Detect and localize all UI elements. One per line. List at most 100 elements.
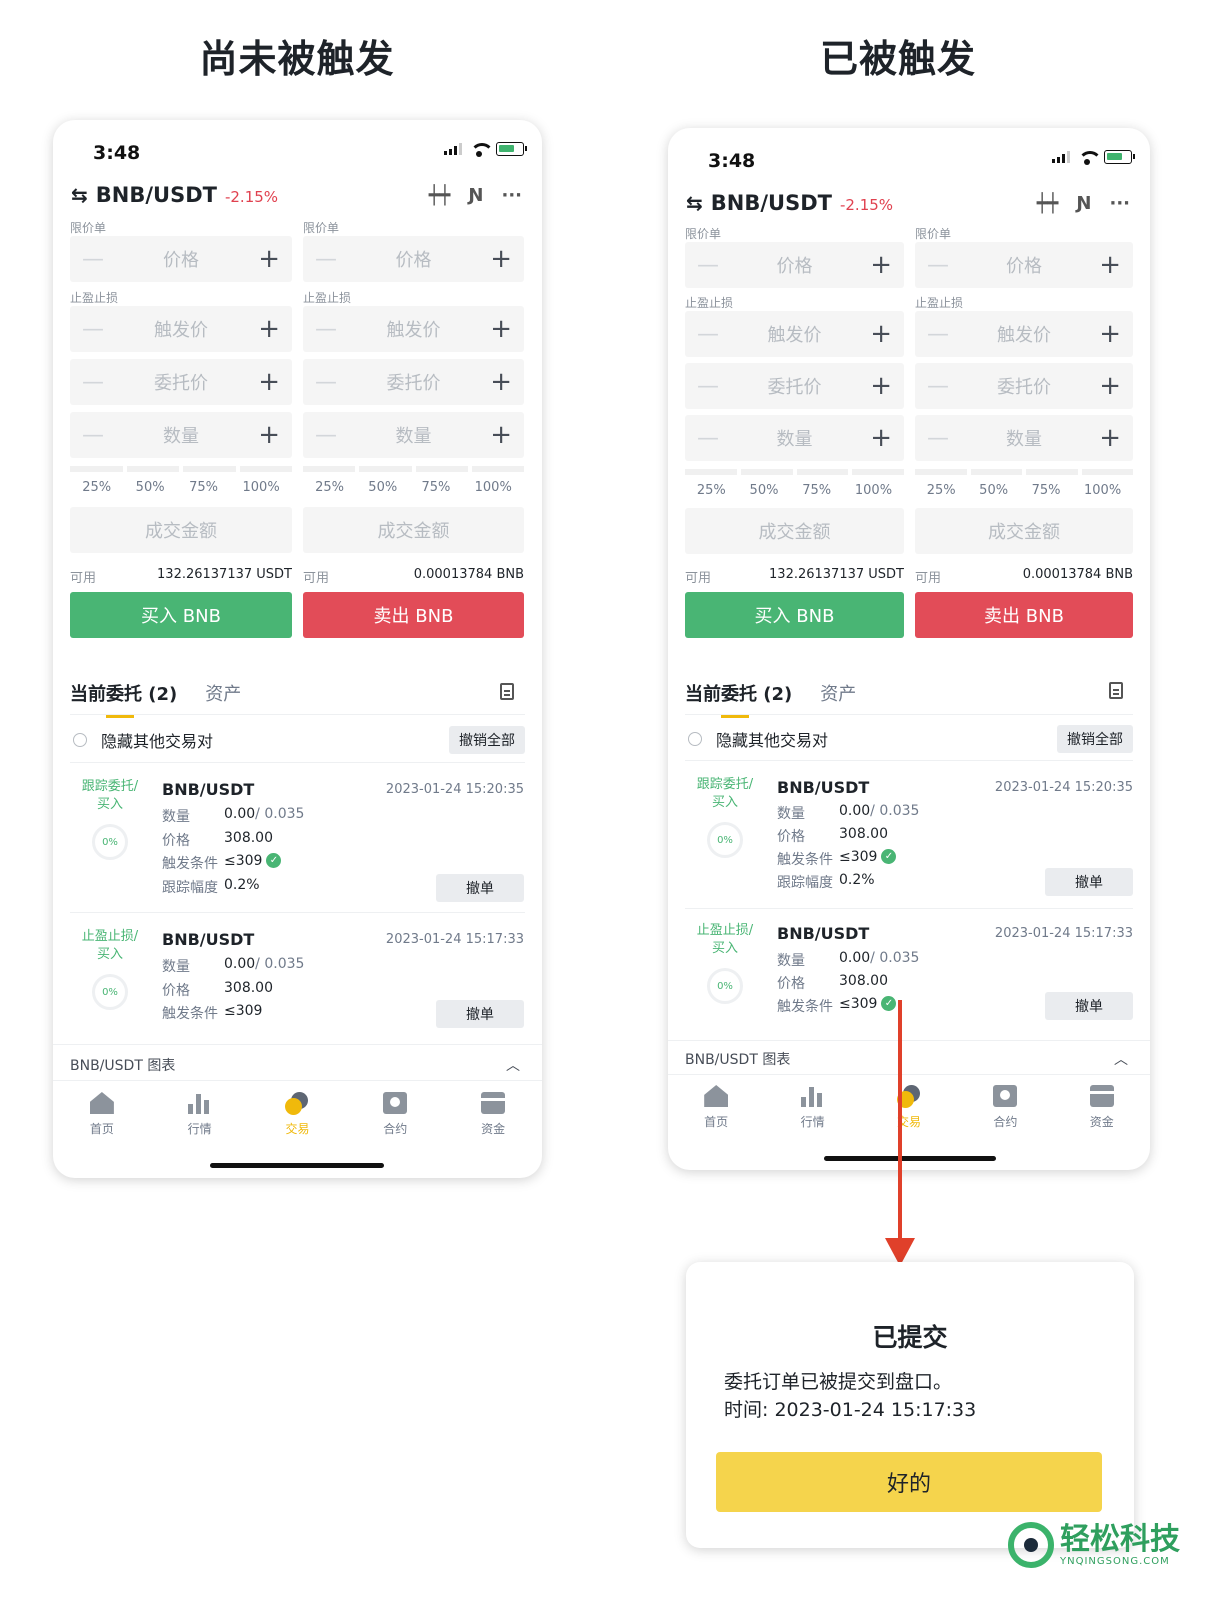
pct-50[interactable]: 50%	[979, 483, 1008, 498]
quantity-field[interactable]: — 数量 +	[303, 412, 524, 458]
cancel-order-button[interactable]: 撤单	[1045, 992, 1133, 1020]
nav-trade[interactable]: 交易	[879, 1085, 939, 1130]
nav-home[interactable]: 首页	[72, 1092, 132, 1137]
cancel-order-button[interactable]: 撤单	[436, 874, 524, 902]
minus-icon[interactable]: —	[82, 247, 106, 272]
pct-75[interactable]: 75%	[1032, 483, 1061, 498]
plus-icon[interactable]: +	[1097, 319, 1121, 349]
minus-icon[interactable]: —	[697, 426, 721, 451]
order-price-field[interactable]: — 委托价 +	[70, 359, 292, 405]
more-icon[interactable]: ···	[1109, 193, 1130, 214]
quantity-field[interactable]: — 数量 +	[70, 412, 292, 458]
plus-icon[interactable]: +	[488, 367, 512, 397]
quantity-field[interactable]: — 数量 +	[915, 415, 1133, 461]
candlestick-icon[interactable]: ┿┿	[1037, 193, 1059, 214]
plus-icon[interactable]: +	[1097, 250, 1121, 280]
chevron-up-icon[interactable]: ︿	[506, 1055, 520, 1075]
minus-icon[interactable]: —	[315, 317, 339, 342]
radio-icon[interactable]	[688, 732, 702, 746]
sell-button[interactable]: 卖出 BNB	[915, 592, 1133, 638]
plus-icon[interactable]: +	[1097, 371, 1121, 401]
plus-icon[interactable]: +	[256, 244, 280, 274]
pair-title[interactable]: BNB/USDT	[711, 191, 832, 215]
ok-button[interactable]: 好的	[716, 1452, 1102, 1512]
more-icon[interactable]: ···	[501, 185, 522, 206]
chart-bar[interactable]: BNB/USDT 图表 ︿	[685, 1049, 1128, 1069]
minus-icon[interactable]: —	[697, 322, 721, 347]
radio-icon[interactable]	[73, 733, 87, 747]
plus-icon[interactable]: +	[488, 244, 512, 274]
plus-icon[interactable]: +	[868, 371, 892, 401]
percent-slider[interactable]	[303, 466, 524, 472]
price-field[interactable]: — 价格 +	[915, 242, 1133, 288]
pct-25[interactable]: 25%	[697, 483, 726, 498]
plus-icon[interactable]: +	[256, 314, 280, 344]
minus-icon[interactable]: —	[927, 322, 951, 347]
price-field[interactable]: — 价格 +	[303, 236, 524, 282]
order-history-icon[interactable]	[1109, 682, 1123, 699]
minus-icon[interactable]: —	[697, 253, 721, 278]
plus-icon[interactable]: +	[1097, 423, 1121, 453]
indicator-icon[interactable]: Ɲ	[1076, 193, 1091, 214]
minus-icon[interactable]: —	[315, 423, 339, 448]
trigger-price-field[interactable]: — 触发价 +	[685, 311, 904, 357]
tab-assets[interactable]: 资产	[820, 680, 856, 706]
quantity-field[interactable]: — 数量 +	[685, 415, 904, 461]
minus-icon[interactable]: —	[82, 317, 106, 342]
swap-icon[interactable]: ⇆	[71, 183, 88, 207]
tab-assets[interactable]: 资产	[205, 680, 241, 706]
plus-icon[interactable]: +	[488, 420, 512, 450]
pct-50[interactable]: 50%	[750, 483, 779, 498]
buy-button[interactable]: 买入 BNB	[685, 592, 904, 638]
hide-other-pairs[interactable]: 隐藏其他交易对	[73, 728, 213, 752]
plus-icon[interactable]: +	[256, 367, 280, 397]
order-price-field[interactable]: — 委托价 +	[685, 363, 904, 409]
nav-futures[interactable]: 合约	[365, 1092, 425, 1137]
trigger-price-field[interactable]: — 触发价 +	[303, 306, 524, 352]
pct-25[interactable]: 25%	[927, 483, 956, 498]
hide-other-pairs[interactable]: 隐藏其他交易对	[688, 727, 828, 751]
nav-home[interactable]: 首页	[686, 1085, 746, 1130]
nav-markets[interactable]: 行情	[783, 1085, 843, 1130]
minus-icon[interactable]: —	[697, 374, 721, 399]
cancel-order-button[interactable]: 撤单	[1045, 868, 1133, 896]
plus-icon[interactable]: +	[868, 319, 892, 349]
pct-100[interactable]: 100%	[243, 480, 280, 495]
cancel-order-button[interactable]: 撤单	[436, 1000, 524, 1028]
pct-50[interactable]: 50%	[136, 480, 165, 495]
pct-100[interactable]: 100%	[475, 480, 512, 495]
plus-icon[interactable]: +	[256, 420, 280, 450]
nav-wallet[interactable]: 资金	[1072, 1085, 1132, 1130]
buy-button[interactable]: 买入 BNB	[70, 592, 292, 638]
pct-75[interactable]: 75%	[421, 480, 450, 495]
pair-title[interactable]: BNB/USDT	[96, 183, 217, 207]
minus-icon[interactable]: —	[82, 370, 106, 395]
indicator-icon[interactable]: Ɲ	[468, 185, 483, 206]
pct-100[interactable]: 100%	[1084, 483, 1121, 498]
price-field[interactable]: — 价格 +	[70, 236, 292, 282]
pct-75[interactable]: 75%	[189, 480, 218, 495]
nav-futures[interactable]: 合约	[975, 1085, 1035, 1130]
nav-trade[interactable]: 交易	[267, 1092, 327, 1137]
percent-slider[interactable]	[70, 466, 292, 472]
order-history-icon[interactable]	[500, 683, 514, 700]
minus-icon[interactable]: —	[315, 370, 339, 395]
order-price-field[interactable]: — 委托价 +	[915, 363, 1133, 409]
percent-slider[interactable]	[915, 469, 1133, 475]
chart-bar[interactable]: BNB/USDT 图表 ︿	[70, 1055, 520, 1075]
minus-icon[interactable]: —	[927, 253, 951, 278]
cancel-all-button[interactable]: 撤销全部	[1057, 725, 1133, 753]
minus-icon[interactable]: —	[927, 374, 951, 399]
tab-open-orders[interactable]: 当前委托 (2)	[685, 680, 792, 718]
amount-field[interactable]: 成交金额	[70, 507, 292, 553]
pct-25[interactable]: 25%	[315, 480, 344, 495]
price-field[interactable]: — 价格 +	[685, 242, 904, 288]
trigger-price-field[interactable]: — 触发价 +	[915, 311, 1133, 357]
candlestick-icon[interactable]: ┿┿	[429, 185, 451, 206]
plus-icon[interactable]: +	[868, 423, 892, 453]
minus-icon[interactable]: —	[927, 426, 951, 451]
order-price-field[interactable]: — 委托价 +	[303, 359, 524, 405]
minus-icon[interactable]: —	[315, 247, 339, 272]
chevron-up-icon[interactable]: ︿	[1114, 1049, 1128, 1069]
pct-50[interactable]: 50%	[368, 480, 397, 495]
